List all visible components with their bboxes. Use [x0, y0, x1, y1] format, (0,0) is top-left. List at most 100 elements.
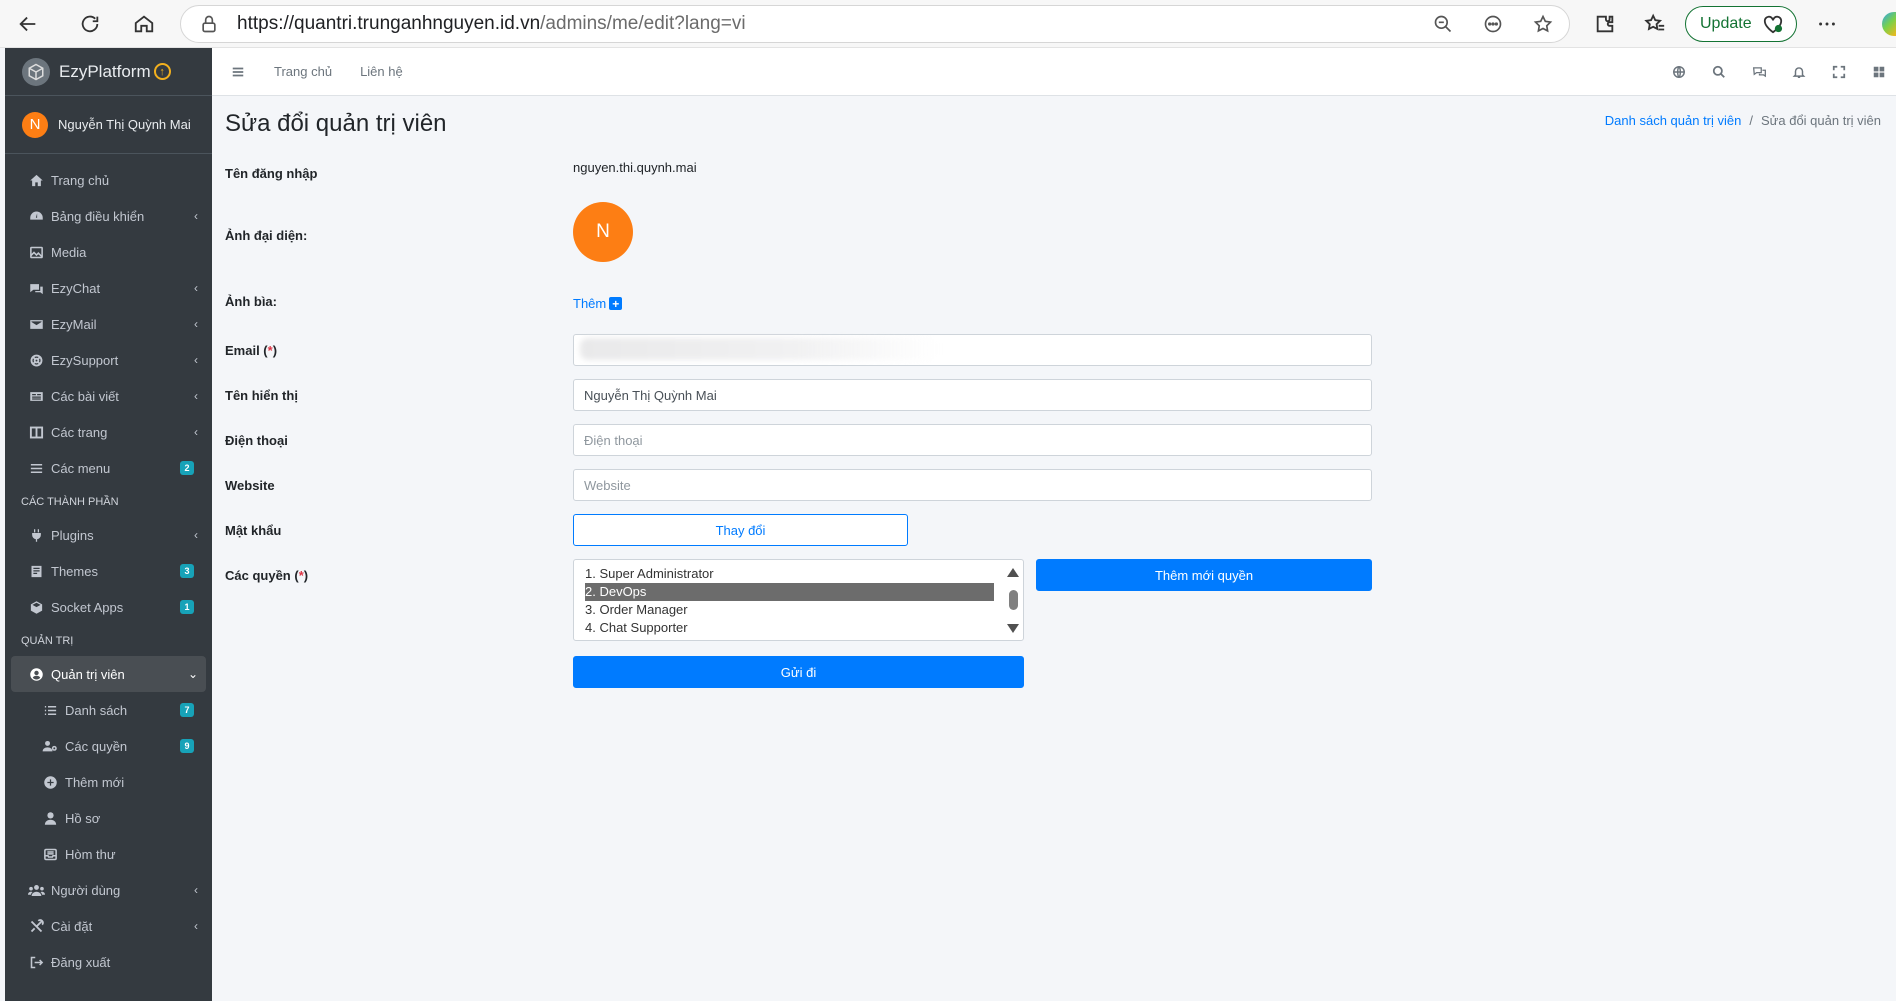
brand-link[interactable]: EzyPlatform ↑ [5, 48, 212, 96]
sidebar-item-admins[interactable]: Quản trị viên ⌄ [11, 656, 206, 692]
sidebar-item-ezychat[interactable]: EzyChat ‹ [5, 270, 212, 306]
plug-icon [27, 526, 45, 544]
role-option-chat-supporter[interactable]: 4. Chat Supporter [574, 619, 994, 637]
chevron-left-icon: ‹ [194, 353, 198, 367]
favorite-star-icon[interactable] [1527, 8, 1559, 40]
breadcrumb-admin-list[interactable]: Danh sách quản trị viên [1605, 113, 1742, 128]
url-path: /admins/me/edit?lang=vi [540, 13, 746, 34]
hamburger-icon[interactable] [218, 65, 258, 79]
user-panel[interactable]: N Nguyễn Thị Quỳnh Mai [5, 96, 212, 154]
logout-icon [27, 953, 45, 971]
change-password-button[interactable]: Thay đổi [573, 514, 908, 546]
breadcrumb-separator: / [1749, 113, 1753, 128]
breadcrumb: Danh sách quản trị viên / Sửa đổi quản t… [1605, 113, 1881, 128]
sidebar-item-label: Người dùng [51, 882, 121, 898]
scroll-thumb[interactable] [1009, 590, 1018, 610]
copilot-logo[interactable] [1882, 12, 1896, 36]
more-tools-icon[interactable] [1477, 8, 1509, 40]
home-browser-icon[interactable] [124, 4, 164, 44]
lifebuoy-icon [27, 351, 45, 369]
back-icon[interactable] [8, 4, 48, 44]
update-button[interactable]: Update [1685, 6, 1797, 42]
reload-icon[interactable] [70, 4, 110, 44]
sidebar-item-label: Plugins [51, 527, 94, 543]
sidebar-item-label: EzySupport [51, 352, 119, 368]
chevron-left-icon: ‹ [194, 528, 198, 542]
sidebar-item-roles[interactable]: Các quyền 9 [5, 728, 212, 764]
sidebar-item-users[interactable]: Người dùng ‹ [5, 872, 212, 908]
sidebar-item-add-new[interactable]: Thêm mới [5, 764, 212, 800]
globe-icon[interactable] [1670, 63, 1688, 81]
scroll-down-icon[interactable] [1007, 624, 1019, 633]
sidebar-item-inbox[interactable]: Hòm thư [5, 836, 212, 872]
sidebar-item-plugins[interactable]: Plugins ‹ [5, 517, 212, 553]
sidebar-item-logout[interactable]: Đăng xuất [5, 944, 212, 980]
inbox-icon [41, 845, 59, 863]
sidebar-item-ezymail[interactable]: EzyMail ‹ [5, 306, 212, 342]
website-label: Website [225, 478, 275, 493]
themes-icon [27, 562, 45, 580]
role-option-devops[interactable]: 2. DevOps [585, 583, 994, 601]
display-name-field[interactable] [573, 379, 1372, 411]
sidebar-item-ezysupport[interactable]: EzySupport ‹ [5, 342, 212, 378]
roles-select[interactable]: 1. Super Administrator 2. DevOps 3. Orde… [573, 559, 1024, 641]
nav-header-components: CÁC THÀNH PHẦN [21, 495, 119, 508]
submit-button[interactable]: Gửi đi [573, 656, 1024, 688]
role-option-super-admin[interactable]: 1. Super Administrator [574, 565, 994, 583]
sidebar-item-admin-list[interactable]: Danh sách 7 [5, 692, 212, 728]
sidebar-item-label: Socket Apps [51, 599, 124, 615]
user-name: Nguyễn Thị Quỳnh Mai [58, 117, 191, 132]
comments-icon[interactable] [1750, 63, 1768, 81]
sidebar-item-media[interactable]: Media [5, 234, 212, 270]
sidebar-item-label: Các bài viết [51, 388, 119, 404]
sidebar-item-socket-apps[interactable]: Socket Apps 1 [5, 589, 212, 625]
sidebar-item-dashboard[interactable]: Bảng điều khiển ‹ [5, 198, 212, 234]
browser-toolbar: https://quantri.trunganhnguyen.id.vn/adm… [0, 0, 1896, 48]
plus-square-icon: + [609, 297, 623, 310]
sidebar: EzyPlatform ↑ N Nguyễn Thị Quỳnh Mai Tra… [5, 48, 212, 1001]
sidebar-item-label: Hòm thư [65, 846, 116, 862]
search-icon[interactable] [1710, 63, 1728, 81]
header-link-contact[interactable]: Liên hệ [360, 64, 403, 79]
upgrade-icon[interactable]: ↑ [153, 63, 171, 80]
username-value: nguyen.thi.quynh.mai [573, 160, 697, 175]
chevron-left-icon: ‹ [194, 919, 198, 933]
role-option-order-manager[interactable]: 3. Order Manager [574, 601, 994, 619]
phone-field[interactable] [573, 424, 1372, 456]
brand-logo-icon [22, 57, 50, 86]
sidebar-item-home[interactable]: Trang chủ [5, 162, 212, 198]
grid-apps-icon[interactable] [1870, 63, 1888, 81]
chevron-left-icon: ‹ [194, 883, 198, 897]
extensions-icon[interactable] [1585, 4, 1625, 44]
sidebar-item-label: Quản trị viên [51, 666, 125, 682]
header-link-home[interactable]: Trang chủ [274, 64, 332, 79]
user-circle-icon [27, 665, 45, 683]
website-field[interactable] [573, 469, 1372, 501]
display-name-label: Tên hiển thị [225, 388, 298, 403]
socket-apps-count-badge: 1 [180, 600, 194, 614]
sidebar-item-profile[interactable]: Hồ sơ [5, 800, 212, 836]
favorites-icon[interactable] [1635, 4, 1675, 44]
fullscreen-icon[interactable] [1830, 63, 1848, 81]
sidebar-item-pages[interactable]: Các trang ‹ [5, 414, 212, 450]
scroll-up-icon[interactable] [1007, 568, 1019, 577]
chat-icon [27, 279, 45, 297]
address-bar[interactable]: https://quantri.trunganhnguyen.id.vn/adm… [180, 5, 1570, 43]
sidebar-item-label: Thêm mới [65, 774, 125, 790]
more-menu-icon[interactable] [1807, 4, 1847, 44]
sidebar-item-menus[interactable]: Các menu 2 [5, 450, 212, 486]
chevron-left-icon: ‹ [194, 425, 198, 439]
avatar[interactable]: N [573, 202, 633, 262]
sidebar-item-themes[interactable]: Themes 3 [5, 553, 212, 589]
sidebar-item-label: Trang chủ [51, 172, 110, 188]
bell-icon[interactable] [1790, 63, 1808, 81]
zoom-out-icon[interactable] [1427, 8, 1459, 40]
add-role-button[interactable]: Thêm mới quyền [1036, 559, 1372, 591]
roles-scrollbar[interactable] [1005, 560, 1023, 640]
themes-count-badge: 3 [180, 564, 194, 578]
plus-circle-icon [41, 773, 59, 791]
sidebar-item-settings[interactable]: Cài đặt ‹ [5, 908, 212, 944]
add-cover-button[interactable]: Thêm + [573, 296, 623, 311]
nav-header-admin: QUẢN TRỊ [21, 634, 74, 647]
sidebar-item-posts[interactable]: Các bài viết ‹ [5, 378, 212, 414]
